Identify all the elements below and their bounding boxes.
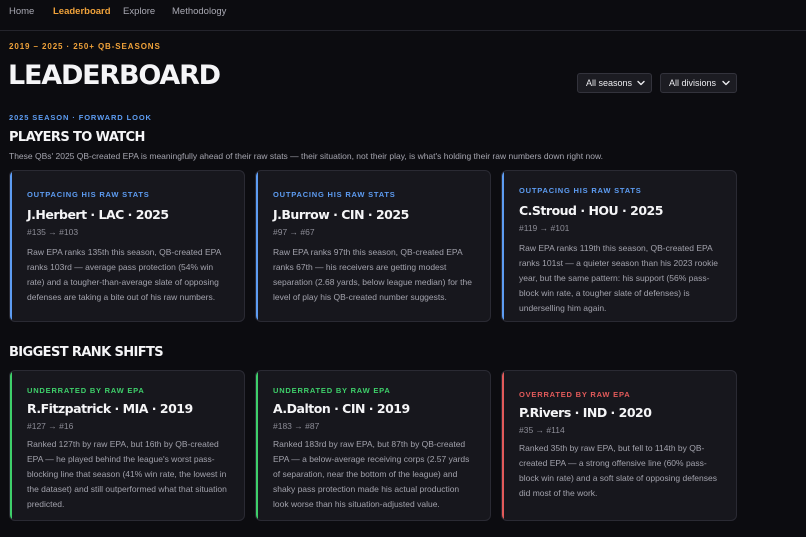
card-body: Ranked 183rd by raw EPA, but 87th by QB-…: [273, 439, 470, 509]
card-body: Ranked 127th by raw EPA, but 16th by QB-…: [27, 439, 227, 509]
card-player-name: J.Burrow · CIN · 2025: [273, 207, 409, 222]
nav-item-explore[interactable]: Explore: [123, 6, 155, 17]
nav-item-home[interactable]: Home: [9, 6, 34, 17]
rank-shift-card-dalton[interactable]: UNDERRATED BY RAW EPA A.Dalton · CIN · 2…: [255, 370, 491, 521]
rank-shift-card-fitzpatrick[interactable]: UNDERRATED BY RAW EPA R.Fitzpatrick · MI…: [9, 370, 245, 521]
nav-item-leaderboard[interactable]: Leaderboard: [53, 6, 111, 17]
season-select[interactable]: All seasons: [577, 73, 652, 93]
card-player-name: C.Stroud · HOU · 2025: [519, 203, 663, 218]
card-player-name: J.Herbert · LAC · 2025: [27, 207, 169, 222]
section-title-rank-shifts: BIGGEST RANK SHIFTS: [9, 345, 164, 360]
card-tag: UNDERRATED BY RAW EPA: [273, 386, 391, 395]
division-select-value: All divisions: [669, 78, 717, 88]
card-body: Raw EPA ranks 97th this season, QB-creat…: [273, 247, 472, 302]
card-rank-change: #135 → #103: [27, 227, 79, 237]
card-tag: OUTPACING HIS RAW STATS: [519, 186, 642, 195]
card-body: Raw EPA ranks 135th this season, QB-crea…: [27, 247, 221, 302]
card-tag: OUTPACING HIS RAW STATS: [27, 190, 150, 199]
card-player-name: A.Dalton · CIN · 2019: [273, 401, 410, 416]
division-select[interactable]: All divisions: [660, 73, 737, 93]
card-rank-change: #127 → #16: [27, 421, 74, 431]
chevron-down-icon: [722, 80, 730, 86]
chevron-down-icon: [637, 80, 645, 86]
card-rank-change: #183 → #87: [273, 421, 320, 431]
section-eyebrow: 2025 SEASON · FORWARD LOOK: [9, 113, 152, 122]
card-player-name: R.Fitzpatrick · MIA · 2019: [27, 401, 193, 416]
page-title: LEADERBOARD: [8, 60, 221, 91]
card-tag: UNDERRATED BY RAW EPA: [27, 386, 145, 395]
card-player-name: P.Rivers · IND · 2020: [519, 405, 652, 420]
player-card-burrow[interactable]: OUTPACING HIS RAW STATS J.Burrow · CIN ·…: [255, 170, 491, 322]
player-card-stroud[interactable]: OUTPACING HIS RAW STATS C.Stroud · HOU ·…: [501, 170, 737, 322]
card-rank-change: #35 → #114: [519, 425, 565, 435]
card-rank-change: #119 → #101: [519, 223, 570, 233]
player-card-herbert[interactable]: OUTPACING HIS RAW STATS J.Herbert · LAC …: [9, 170, 245, 322]
section-title-players-to-watch: PLAYERS TO WATCH: [9, 130, 145, 145]
card-body: Ranked 35th by raw EPA, but fell to 114t…: [519, 443, 717, 498]
card-tag: OUTPACING HIS RAW STATS: [273, 190, 396, 199]
card-tag: OVERRATED BY RAW EPA: [519, 390, 631, 399]
nav-item-methodology[interactable]: Methodology: [172, 6, 226, 17]
section-description: These QBs' 2025 QB-created EPA is meanin…: [9, 151, 603, 161]
card-body: Raw EPA ranks 119th this season, QB-crea…: [519, 243, 718, 313]
season-select-value: All seasons: [586, 78, 633, 88]
top-nav: Home Leaderboard Explore Methodology: [0, 0, 806, 31]
rank-shift-card-rivers[interactable]: OVERRATED BY RAW EPA P.Rivers · IND · 20…: [501, 370, 737, 521]
card-rank-change: #97 → #67: [273, 227, 315, 237]
page-eyebrow: 2019 – 2025 · 250+ QB-SEASONS: [9, 42, 161, 51]
